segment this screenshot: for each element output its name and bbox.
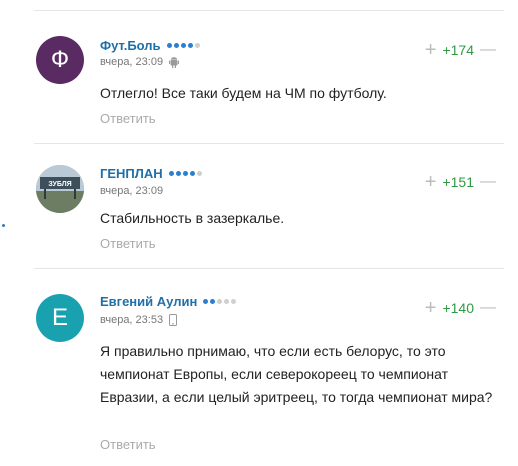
author-row: ГЕНПЛАН bbox=[100, 166, 202, 181]
downvote-button[interactable]: — bbox=[480, 173, 496, 191]
avatar-caption: ЗУБЛЯ bbox=[48, 181, 71, 188]
user-rating bbox=[166, 43, 200, 48]
rating-dot-filled bbox=[187, 43, 193, 48]
downvote-button[interactable]: — bbox=[480, 41, 496, 59]
rating-dot-filled bbox=[180, 43, 186, 48]
author-name[interactable]: Фут.Боль bbox=[100, 38, 161, 53]
vote-score: +151 bbox=[442, 174, 474, 190]
rating-dot-filled bbox=[210, 299, 216, 304]
author-name[interactable]: ГЕНПЛАН bbox=[100, 166, 163, 181]
reply-button[interactable]: Ответить bbox=[100, 437, 156, 452]
rating-dot-filled bbox=[166, 43, 172, 48]
avatar[interactable]: Ф bbox=[36, 36, 84, 84]
timestamp: вчера, 23:09 bbox=[100, 56, 164, 68]
reply-button[interactable]: Ответить bbox=[100, 111, 156, 126]
android-icon bbox=[169, 56, 180, 68]
comment-meta: вчера, 23:09 bbox=[100, 185, 163, 197]
rating-dot-empty bbox=[224, 299, 230, 304]
rating-dot-empty bbox=[196, 171, 202, 176]
user-rating bbox=[168, 171, 202, 176]
upvote-button[interactable]: + bbox=[425, 40, 437, 60]
author-row: Фут.Боль bbox=[100, 38, 200, 53]
comment-meta: вчера, 23:53 bbox=[100, 314, 178, 326]
rating-dot-empty bbox=[217, 299, 223, 304]
comment-meta: вчера, 23:09 bbox=[100, 56, 180, 68]
upvote-button[interactable]: + bbox=[425, 172, 437, 192]
timestamp: вчера, 23:09 bbox=[100, 185, 164, 197]
author-name[interactable]: Евгений Аулин bbox=[100, 294, 197, 309]
vote-controls: + +140 — bbox=[425, 298, 496, 318]
rating-dot-empty bbox=[231, 299, 237, 304]
mobile-phone-icon bbox=[169, 314, 178, 326]
vote-score: +174 bbox=[442, 42, 474, 58]
comment-text: Отлегло! Все таки будем на ЧМ по футболу… bbox=[100, 85, 387, 101]
avatar[interactable]: ЗУБЛЯ bbox=[36, 165, 84, 213]
top-divider bbox=[34, 10, 504, 11]
vote-score: +140 bbox=[442, 300, 474, 316]
vote-controls: + +174 — bbox=[425, 40, 496, 60]
rating-dot-filled bbox=[168, 171, 174, 176]
upvote-button[interactable]: + bbox=[425, 298, 437, 318]
author-row: Евгений Аулин bbox=[100, 294, 237, 309]
timestamp: вчера, 23:53 bbox=[100, 314, 164, 326]
avatar-letter: Ф bbox=[50, 46, 70, 73]
reply-button[interactable]: Ответить bbox=[100, 236, 156, 251]
rating-dot-empty bbox=[194, 43, 200, 48]
rating-dot-filled bbox=[175, 171, 181, 176]
comment-divider bbox=[34, 268, 504, 269]
comment-text: Стабильность в зазеркалье. bbox=[100, 210, 285, 226]
user-rating bbox=[203, 299, 237, 304]
downvote-button[interactable]: — bbox=[480, 299, 496, 317]
vote-controls: + +151 — bbox=[425, 172, 496, 192]
avatar-letter: Е bbox=[51, 304, 68, 331]
rating-dot-filled bbox=[182, 171, 188, 176]
edge-dot bbox=[2, 224, 5, 227]
rating-dot-filled bbox=[173, 43, 179, 48]
avatar[interactable]: Е bbox=[36, 294, 84, 342]
rating-dot-filled bbox=[189, 171, 195, 176]
avatar-photo: ЗУБЛЯ bbox=[36, 165, 84, 213]
comment-text: Я правильно прнимаю, что если есть белор… bbox=[100, 343, 493, 405]
comment-divider bbox=[34, 143, 504, 144]
rating-dot-filled bbox=[203, 299, 209, 304]
